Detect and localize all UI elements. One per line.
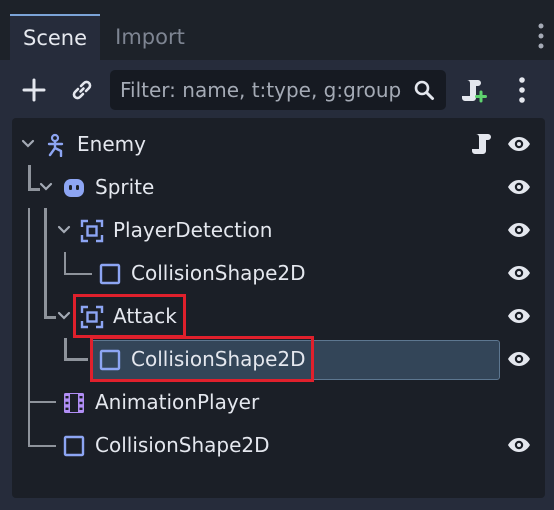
link-icon — [72, 80, 92, 100]
dock-menu-icon[interactable] — [536, 22, 546, 50]
visibility-eye-icon[interactable] — [507, 349, 531, 369]
tree-row-playerdetection[interactable]: PlayerDetection — [12, 209, 545, 251]
add-node-button[interactable] — [18, 74, 50, 106]
instance-scene-button[interactable] — [66, 74, 98, 106]
visibility-eye-icon[interactable] — [507, 177, 531, 197]
tab-import-label: Import — [115, 25, 185, 49]
tab-scene[interactable]: Scene — [10, 14, 100, 60]
visibility-eye-icon[interactable] — [507, 220, 531, 240]
tab-import[interactable]: Import — [102, 14, 198, 60]
node-label: CollisionShape2D — [131, 261, 306, 285]
dock-tab-bar: Scene Import — [0, 0, 554, 60]
attach-script-button[interactable] — [458, 74, 490, 106]
annotation-highlight-box — [73, 294, 186, 338]
search-icon — [414, 80, 434, 100]
chevron-down-icon[interactable] — [38, 179, 54, 195]
node-label: AnimationPlayer — [95, 390, 260, 414]
filter-box — [110, 70, 446, 110]
node-label: CollisionShape2D — [95, 433, 270, 457]
tree-row-collisionshape2d[interactable]: CollisionShape2D — [12, 424, 545, 466]
visibility-eye-icon[interactable] — [507, 134, 531, 154]
visibility-eye-icon[interactable] — [507, 306, 531, 326]
kebab-menu-icon — [519, 77, 525, 103]
visibility-eye-icon[interactable] — [507, 435, 531, 455]
node-label: Enemy — [77, 132, 146, 156]
collision-shape-icon — [99, 263, 121, 285]
add-script-icon — [462, 80, 487, 103]
area2d-icon — [80, 219, 104, 243]
visibility-eye-icon[interactable] — [507, 263, 531, 283]
annotation-highlight-box — [90, 336, 314, 382]
tree-row-animationplayer[interactable]: AnimationPlayer — [12, 381, 545, 423]
scene-menu-button[interactable] — [506, 74, 538, 106]
node-label: Sprite — [95, 175, 155, 199]
filter-input[interactable] — [120, 70, 410, 110]
collision-shape-icon — [63, 435, 85, 457]
chevron-down-icon[interactable] — [20, 136, 36, 152]
tree-row-collisionshape2d[interactable]: CollisionShape2D — [12, 252, 545, 294]
plus-icon — [22, 78, 46, 102]
scene-tree: Enemy Sprite PlayerDetection CollisionSh… — [12, 118, 545, 498]
script-icon[interactable] — [471, 131, 493, 157]
chevron-down-icon[interactable] — [56, 308, 72, 324]
tree-row-sprite[interactable]: Sprite — [12, 166, 545, 208]
animation-player-icon — [64, 393, 84, 413]
node-label: PlayerDetection — [113, 218, 273, 242]
sprite-icon — [64, 179, 84, 197]
character-body-icon — [47, 133, 64, 157]
tree-row-enemy[interactable]: Enemy — [12, 123, 545, 165]
scene-toolbar — [0, 60, 554, 118]
tab-scene-label: Scene — [22, 26, 88, 50]
chevron-down-icon[interactable] — [56, 222, 72, 238]
